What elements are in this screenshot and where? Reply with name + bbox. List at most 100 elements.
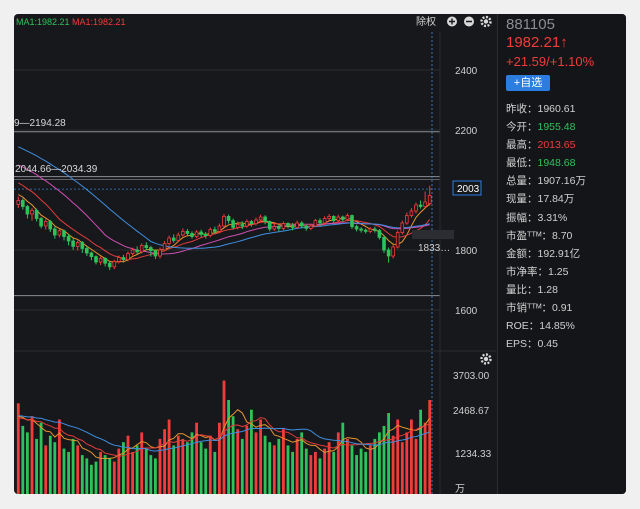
volume-bar [428,400,432,494]
annotation-high: 9—2194.28 [14,118,66,129]
ma-label-green: MA1:1982.21 [16,17,70,27]
stat-row: 市净率：1.25 [506,263,626,281]
candle-body [231,220,235,228]
volume-bar [190,432,194,494]
stat-value: 3.31% [537,211,568,224]
volume-bar [199,442,203,494]
volume-bar [53,442,57,494]
stat-row: 总量：1907.16万 [506,172,626,190]
volume-bar [286,445,290,494]
candle-body [212,229,217,232]
candle-body [203,233,208,236]
volume-bar [259,419,262,494]
ma30-line [18,146,430,249]
volume-bar [195,422,198,494]
volume-bar [67,451,70,494]
gear-icon[interactable] [480,15,492,28]
stat-row: ROE：14.85% [506,317,626,335]
stock-change: +21.59/+1.10% [506,54,595,69]
candle-body [400,222,405,234]
candle-body [222,215,226,227]
candle-body [112,260,117,268]
volume-bar [314,451,317,494]
volume-bar [213,451,217,494]
volume-bar [26,432,29,494]
volume-bar [154,458,157,494]
candle-body [171,237,176,241]
candle-body [53,228,57,236]
volume-bar [44,445,48,494]
volume-bar [112,461,116,494]
volume-bar [236,429,240,494]
candle-body [208,229,213,237]
candle-body [308,225,313,229]
volume-bar [103,455,107,494]
volume-bar [58,419,61,494]
volume-bar [327,442,331,494]
candle-body [162,242,167,251]
candle-body [217,225,222,232]
stat-row: 振幅：3.31% [506,209,626,227]
candle-body [304,225,309,229]
candle-body [130,249,135,254]
volume-bar [39,422,43,494]
candle-body [135,249,139,253]
zoom-out-icon[interactable] [464,16,474,27]
candle-body [336,216,341,221]
candle-body [363,229,368,232]
candle-body [66,236,71,242]
candle-body [404,215,409,224]
candle-body [318,220,322,224]
volume-bar [144,448,148,494]
candle-body [322,218,327,224]
candle-body [244,221,249,227]
adjust-menu[interactable]: 除权 [416,15,436,28]
stat-label: 市销ᵀᵀᴹ： [506,302,552,315]
stat-row: 市销ᵀᵀᴹ：0.91 [506,299,626,317]
stat-value: 1960.61 [537,103,576,115]
volume-bar [204,448,208,494]
candle-body [185,230,190,234]
add-watchlist-button[interactable]: +自选 [506,75,550,91]
candle-body [272,226,277,230]
candle-body [144,245,149,248]
volume-bar [277,438,281,494]
ma-label-red: MA1:1982.21 [72,17,126,27]
candle-body [117,257,121,262]
volume-bar [263,435,267,494]
volume-bar [176,435,180,494]
volume-bar [135,445,139,494]
candle-body [276,226,281,229]
annotation-range: 2044.66—2034.39 [15,164,98,175]
volume-gear-icon[interactable] [480,353,492,365]
stock-chart[interactable]: MA1:1982.21 MA1:1982.21 除权 2400 2200 180… [14,14,496,494]
candle-body [290,225,295,228]
volume-bar [90,464,93,494]
volume-bar [400,442,404,494]
candle-body [57,230,62,236]
volume-axis: 3703.00 2468.67 1234.33 万 [453,371,492,494]
candle-body [107,262,112,268]
candle-body [267,221,272,230]
stat-label: 现量： [506,193,538,206]
candle-body [258,216,263,221]
volume-tick: 2468.67 [453,406,490,417]
chart-header: MA1:1982.21 MA1:1982.21 除权 [16,15,492,28]
candle-body [281,223,286,229]
stat-value: 14.85% [539,320,575,333]
candle-body [395,232,400,248]
zoom-in-icon[interactable] [447,16,457,27]
candle-body [386,249,391,257]
candle-body [34,209,39,219]
candle-body [418,204,423,207]
volume-tick: 1234.33 [455,449,492,460]
stat-value: 8.70 [551,229,573,242]
stat-row: 量比：1.28 [506,281,626,299]
candle-body [286,223,290,227]
stat-label: 总量： [506,175,538,188]
candle-body [295,222,299,228]
volume-bar [309,455,313,494]
stat-value: 1.28 [537,283,558,296]
candle-body [372,228,377,231]
candle-body [21,200,25,207]
